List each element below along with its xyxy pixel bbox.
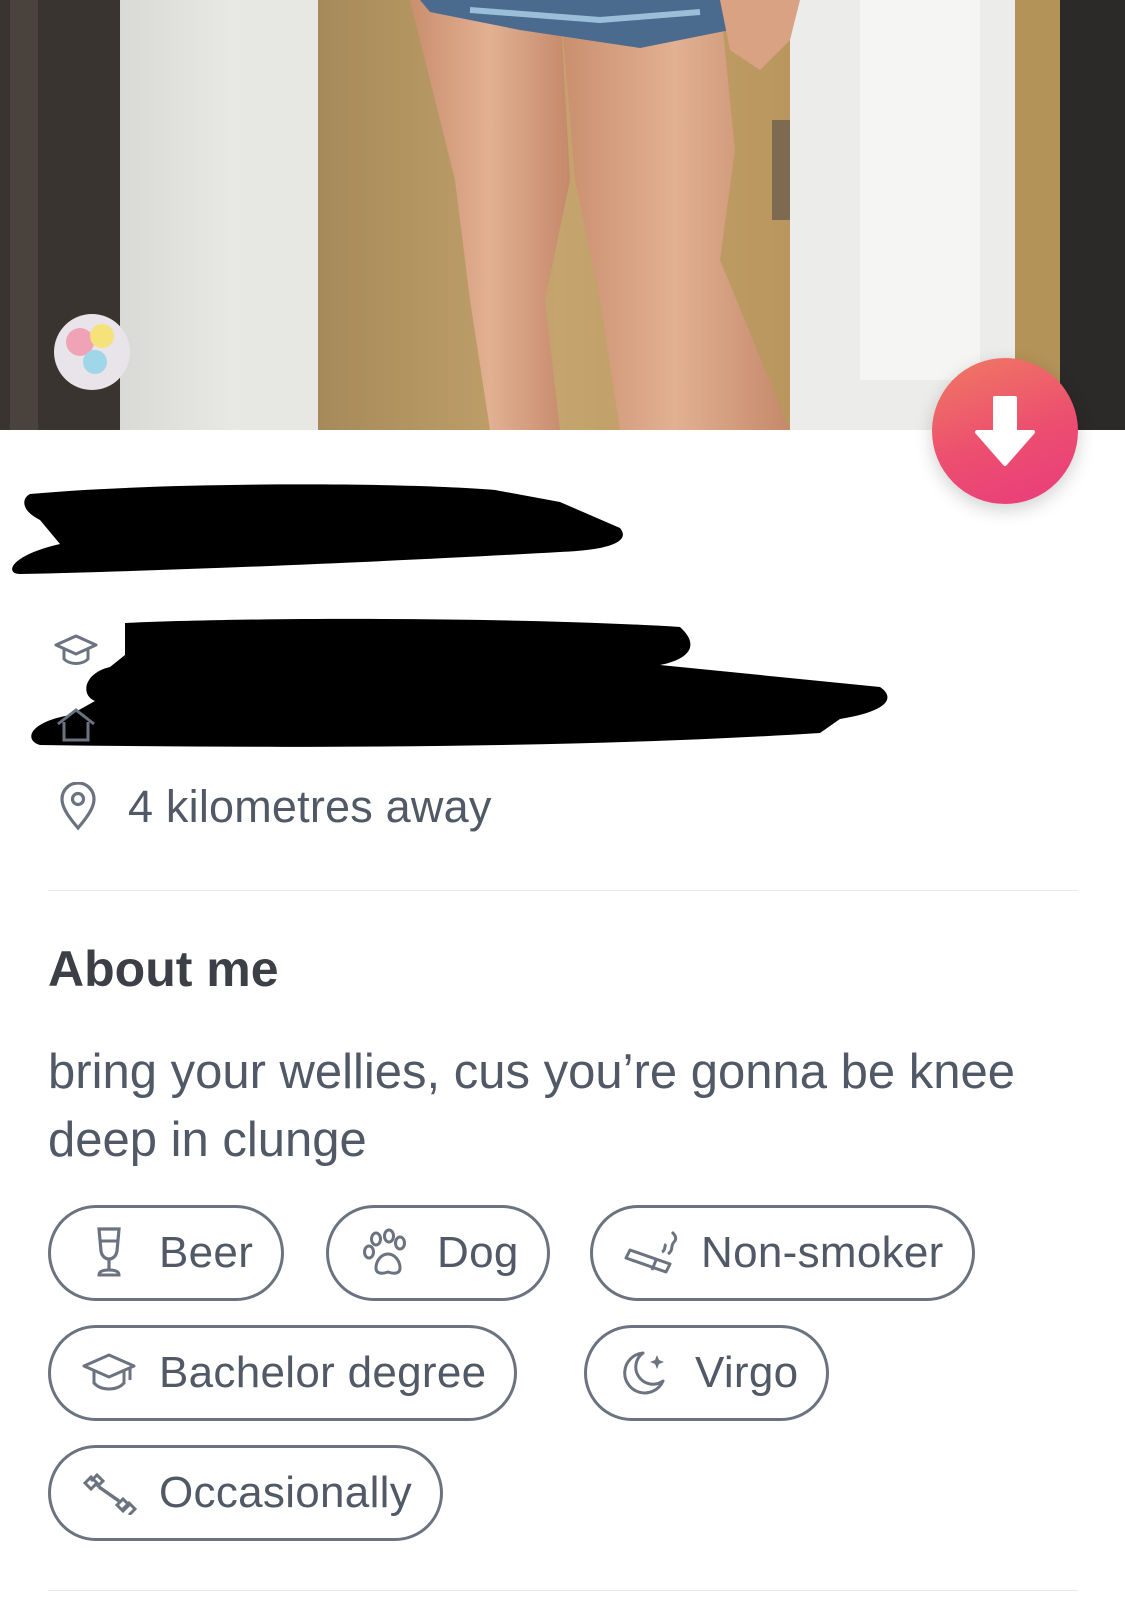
wine-glass-icon bbox=[77, 1221, 141, 1285]
paw-icon bbox=[355, 1221, 419, 1285]
school-row-icon bbox=[52, 627, 100, 675]
chip-beer[interactable]: Beer bbox=[48, 1205, 285, 1301]
graduation-cap-icon bbox=[77, 1341, 141, 1405]
divider-top bbox=[48, 890, 1078, 891]
about-title: About me bbox=[48, 941, 279, 997]
chip-occasionally-label: Occasionally bbox=[159, 1468, 413, 1517]
chip-virgo-label: Virgo bbox=[695, 1348, 799, 1397]
chip-bachelor-degree-label: Bachelor degree bbox=[159, 1348, 487, 1397]
no-smoking-icon bbox=[619, 1221, 683, 1285]
redaction-name bbox=[12, 484, 623, 574]
distance-row: 4 kilometres away bbox=[50, 780, 492, 834]
job-row-icon bbox=[52, 700, 100, 748]
dumbbell-icon bbox=[77, 1461, 141, 1525]
divider-bottom bbox=[48, 1590, 1078, 1591]
location-pin-icon bbox=[60, 782, 96, 831]
redaction-school-job bbox=[31, 618, 888, 747]
bio-text: bring your wellies, cus you’re gonna be … bbox=[48, 1045, 1015, 1167]
profile-photo[interactable] bbox=[0, 0, 1125, 430]
chip-occasionally[interactable]: Occasionally bbox=[48, 1445, 444, 1541]
chip-dog-label: Dog bbox=[437, 1228, 519, 1277]
arrow-down-icon bbox=[975, 396, 1035, 466]
moon-icon bbox=[613, 1341, 677, 1405]
collapse-profile-button[interactable] bbox=[932, 358, 1078, 504]
distance-text: 4 kilometres away bbox=[128, 781, 492, 832]
house-icon bbox=[57, 708, 95, 742]
chip-non-smoker[interactable]: Non-smoker bbox=[590, 1205, 975, 1301]
chip-virgo[interactable]: Virgo bbox=[584, 1325, 830, 1421]
chip-dog[interactable]: Dog bbox=[326, 1205, 550, 1301]
chip-bachelor-degree[interactable]: Bachelor degree bbox=[48, 1325, 518, 1421]
photo-image bbox=[0, 0, 1125, 430]
chip-beer-label: Beer bbox=[159, 1228, 254, 1277]
graduation-cap-icon bbox=[54, 634, 98, 665]
chip-non-smoker-label: Non-smoker bbox=[701, 1228, 944, 1277]
